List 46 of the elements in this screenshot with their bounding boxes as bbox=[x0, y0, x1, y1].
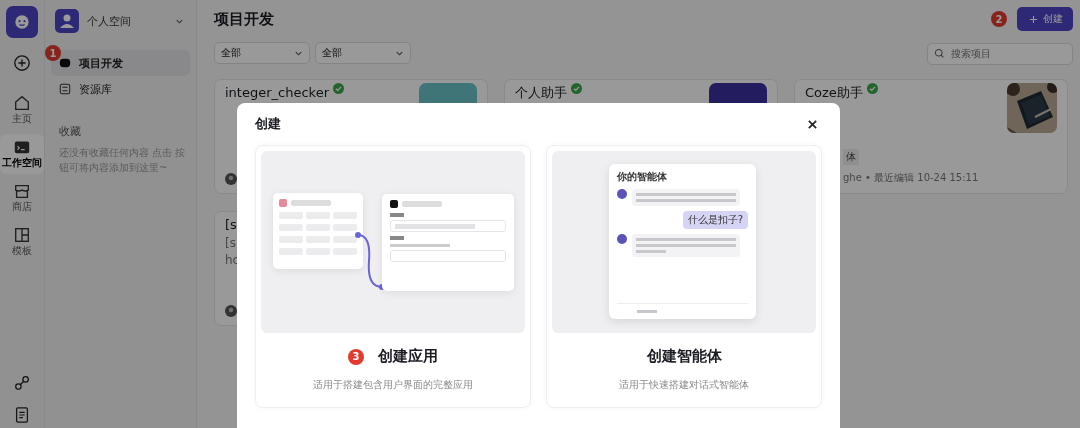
store-icon bbox=[13, 182, 31, 200]
option-description: 适用于快速搭建对话式智能体 bbox=[619, 378, 749, 392]
option-title: 创建应用 bbox=[378, 347, 438, 366]
create-button[interactable]: 创建 bbox=[1017, 7, 1073, 31]
user-avatar-icon bbox=[55, 9, 79, 33]
edit-info: ghe • 最近编辑 10-24 15:11 bbox=[843, 171, 980, 185]
user-message: 什么是扣子? bbox=[682, 211, 748, 229]
chat-title: 你的智能体 bbox=[617, 171, 667, 182]
project-description: [s bbox=[225, 236, 237, 251]
create-option-card[interactable]: 你的智能体 什么是扣子? 创建智能体 适用于快速搭建对话式智能体 bbox=[546, 145, 822, 408]
option-description: 适用于搭建包含用户界面的完整应用 bbox=[313, 378, 473, 392]
search-field[interactable]: 搜索项目 bbox=[927, 42, 1073, 65]
step-marker: 1 bbox=[45, 45, 61, 61]
app-logo[interactable] bbox=[6, 6, 38, 38]
list-icon bbox=[59, 83, 71, 95]
project-title: Coze助手 bbox=[805, 86, 863, 100]
step-marker: 2 bbox=[991, 11, 1007, 27]
plus-icon bbox=[1029, 14, 1038, 24]
bot-avatar-icon bbox=[617, 189, 627, 199]
filter-dropdown[interactable]: 全部 bbox=[214, 42, 310, 64]
workspace-selector[interactable]: 个人空间 bbox=[51, 6, 190, 36]
bot-avatar-icon bbox=[617, 234, 627, 244]
filter-dropdown[interactable]: 全部 bbox=[315, 42, 411, 64]
layout-icon bbox=[13, 226, 31, 244]
document-icon[interactable] bbox=[13, 406, 31, 424]
project-title: 个人助手 bbox=[515, 86, 567, 100]
create-option-card[interactable]: 3 创建应用 适用于搭建包含用户界面的完整应用 bbox=[255, 145, 531, 408]
connector-line bbox=[355, 231, 385, 291]
sidebar-nav-item[interactable]: 资源库 bbox=[51, 76, 190, 102]
dialog-title: 创建 bbox=[255, 115, 281, 133]
close-icon[interactable] bbox=[807, 118, 818, 130]
bot-icon bbox=[59, 57, 71, 69]
favorites-heading: 收藏 bbox=[59, 124, 82, 139]
add-icon[interactable] bbox=[13, 54, 31, 72]
rail-nav-item[interactable]: 模板 bbox=[0, 222, 44, 262]
plugin-icon[interactable] bbox=[13, 374, 31, 392]
rail-nav-item[interactable]: 工作空间 bbox=[0, 134, 44, 174]
page-title: 项目开发 bbox=[214, 9, 275, 29]
option-title: 创建智能体 bbox=[646, 347, 722, 366]
type-tag: 体 bbox=[843, 149, 859, 165]
step-marker: 3 bbox=[348, 348, 364, 365]
project-title: [s bbox=[225, 218, 237, 232]
home-icon bbox=[13, 94, 31, 112]
rail-nav-item[interactable]: 商店 bbox=[0, 178, 44, 218]
project-title: integer_checker bbox=[225, 86, 329, 100]
rail-nav-item[interactable]: 主页 bbox=[0, 90, 44, 130]
